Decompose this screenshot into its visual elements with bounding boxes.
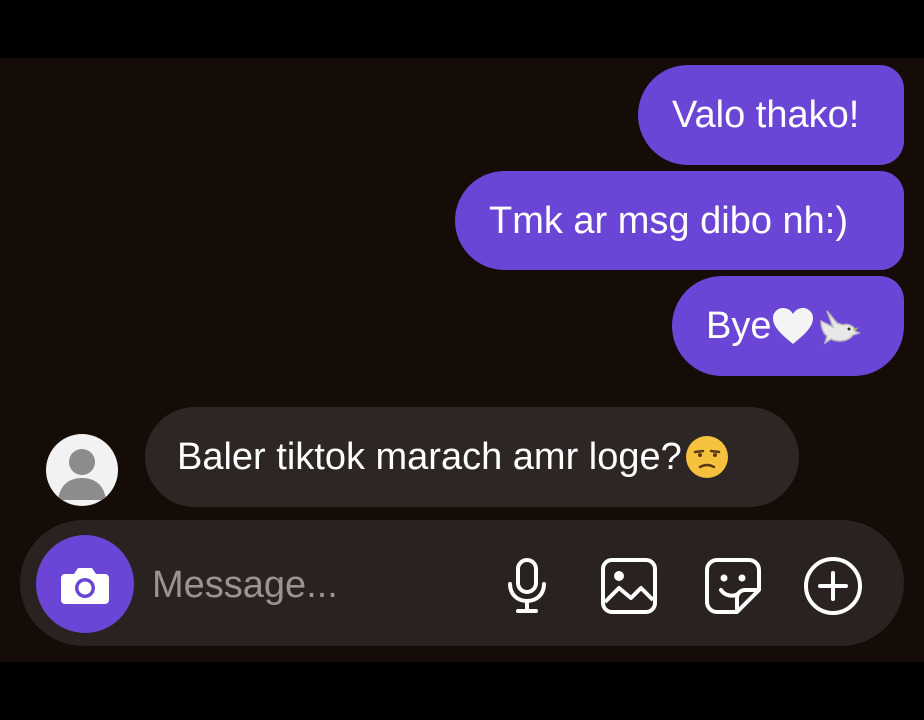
- sticker-button[interactable]: [702, 555, 764, 617]
- message-input[interactable]: [152, 555, 472, 615]
- microphone-icon: [508, 558, 546, 613]
- outgoing-message[interactable]: Valo thako!: [638, 65, 904, 165]
- avatar[interactable]: [46, 434, 118, 506]
- message-text: Bye: [706, 305, 772, 347]
- message-text: Tmk ar msg dibo nh:): [489, 199, 848, 242]
- microphone-button[interactable]: [496, 555, 558, 617]
- message-text: Valo thako!: [672, 94, 860, 136]
- sticker-icon: [705, 558, 761, 614]
- more-options-button[interactable]: [802, 555, 864, 617]
- incoming-message[interactable]: Baler tiktok marach amr loge?: [145, 407, 799, 507]
- white-heart-icon: [773, 308, 814, 344]
- dove-icon: [820, 310, 862, 345]
- camera-button[interactable]: [36, 535, 134, 633]
- image-icon: [601, 558, 657, 614]
- gallery-button[interactable]: [598, 555, 660, 617]
- message-text: Baler tiktok marach amr loge?: [177, 435, 682, 478]
- default-avatar-icon: [58, 449, 106, 500]
- camera-icon: [61, 568, 109, 604]
- outgoing-message[interactable]: Bye: [672, 276, 904, 376]
- plus-circle-icon: [804, 557, 862, 615]
- unamused-face-icon: [685, 436, 728, 478]
- outgoing-message[interactable]: Tmk ar msg dibo nh:): [455, 171, 904, 270]
